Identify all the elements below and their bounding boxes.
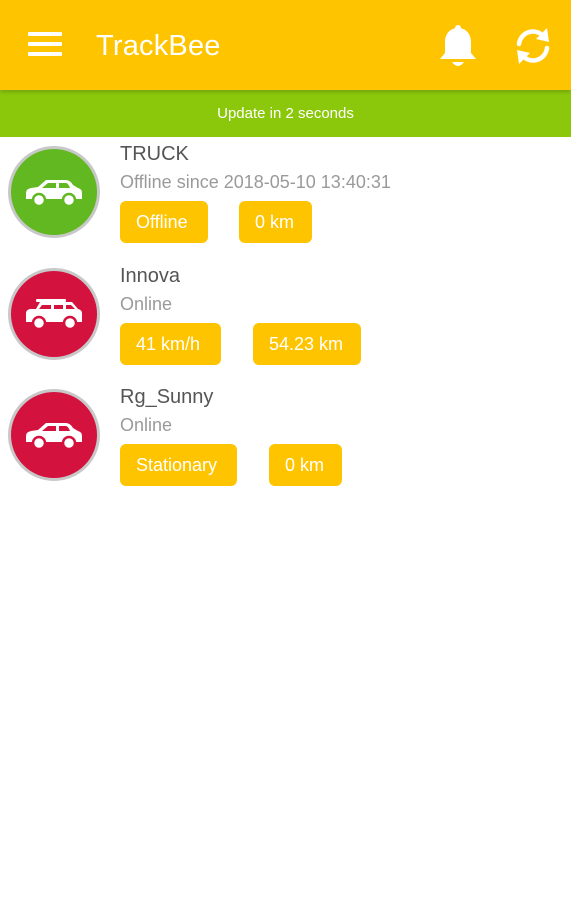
app-bar: TrackBee bbox=[0, 0, 571, 90]
vehicle-name: Innova bbox=[120, 265, 181, 287]
vehicle-name: TRUCK bbox=[120, 143, 189, 165]
vehicle-status: Online bbox=[120, 294, 173, 314]
state-badge[interactable]: Stationary bbox=[120, 444, 237, 486]
hatchback-car-icon bbox=[8, 146, 100, 238]
app-title: TrackBee bbox=[96, 30, 221, 62]
refresh-icon[interactable] bbox=[511, 26, 555, 66]
distance-badge[interactable]: 54.23 km bbox=[253, 323, 361, 365]
update-status-bar: Update in 2 seconds bbox=[0, 90, 571, 137]
vehicle-item-rg-sunny[interactable]: Rg_Sunny Online Stationary 0 km bbox=[0, 380, 571, 500]
bell-icon[interactable] bbox=[436, 24, 480, 70]
vehicle-item-truck[interactable]: TRUCK Offline since 2018-05-10 13:40:31 … bbox=[0, 137, 571, 257]
hatchback-car-icon bbox=[8, 389, 100, 481]
distance-badge[interactable]: 0 km bbox=[269, 444, 342, 486]
vehicle-name: Rg_Sunny bbox=[120, 386, 214, 408]
state-badge[interactable]: Offline bbox=[120, 201, 208, 243]
distance-badge[interactable]: 0 km bbox=[239, 201, 312, 243]
vehicle-item-innova[interactable]: Innova Online 41 km/h 54.23 km bbox=[0, 259, 571, 379]
suv-car-icon bbox=[8, 268, 100, 360]
vehicle-status: Offline since 2018-05-10 13:40:31 bbox=[120, 172, 391, 192]
menu-icon[interactable] bbox=[28, 30, 62, 58]
vehicle-status: Online bbox=[120, 415, 173, 435]
speed-badge[interactable]: 41 km/h bbox=[120, 323, 221, 365]
